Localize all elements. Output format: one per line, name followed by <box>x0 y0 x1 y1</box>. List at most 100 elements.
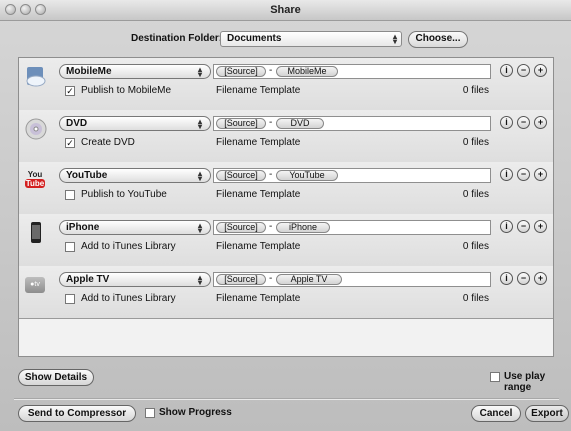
destination-row: Destination Folder: Documents ▴ ▾ Choose.… <box>0 30 571 52</box>
source-token[interactable]: [Source] <box>216 274 266 285</box>
show-progress-label: Show Progress <box>159 407 232 418</box>
file-count: 0 files <box>462 85 489 96</box>
popup-arrows-icon: ▴ ▾ <box>392 32 397 46</box>
destination-folder-label: Destination Folder: <box>131 33 223 44</box>
remove-button[interactable]: − <box>517 116 530 129</box>
info-button[interactable]: i <box>500 272 513 285</box>
source-token[interactable]: [Source] <box>216 222 266 233</box>
source-token[interactable]: [Source] <box>216 66 266 77</box>
show-details-button[interactable]: Show Details <box>18 369 94 386</box>
footer-separator <box>14 398 559 400</box>
file-count: 0 files <box>462 293 489 304</box>
source-token[interactable]: [Source] <box>216 170 266 181</box>
mobileme-icon <box>25 66 47 88</box>
preset-token[interactable]: YouTube <box>276 170 338 181</box>
publish-checkbox[interactable]: ✓ <box>65 86 75 96</box>
popup-arrows-icon: ▴ ▾ <box>197 65 202 79</box>
output-row-mobileme: MobileMe ▴ ▾ ✓ Publish to MobileMe [Sourc… <box>19 58 553 111</box>
youtube-logo-tube: Tube <box>25 179 45 188</box>
use-play-range-label: Use play range <box>504 371 546 393</box>
add-button[interactable]: + <box>534 272 547 285</box>
preset-popup-dvd[interactable]: DVD ▴ ▾ <box>59 116 211 131</box>
add-button[interactable]: + <box>534 64 547 77</box>
filename-template-field[interactable]: [Source] - DVD <box>213 116 491 131</box>
preset-popup-mobileme[interactable]: MobileMe ▴ ▾ <box>59 64 211 79</box>
destination-folder-value: Documents <box>227 33 282 44</box>
preset-token[interactable]: DVD <box>276 118 324 129</box>
popup-arrows-icon: ▴ ▾ <box>197 221 202 235</box>
output-row-appletv: ●tv Apple TV ▴ ▾ Add to iTunes Library [S… <box>19 266 553 319</box>
add-itunes-checkbox[interactable] <box>65 294 75 304</box>
file-count: 0 files <box>462 189 489 200</box>
output-list: MobileMe ▴ ▾ ✓ Publish to MobileMe [Sourc… <box>18 57 554 357</box>
filename-template-field[interactable]: [Source] - YouTube <box>213 168 491 183</box>
popup-arrows-icon: ▴ ▾ <box>197 169 202 183</box>
output-row-youtube: You Tube YouTube ▴ ▾ Publish to YouTube [… <box>19 162 553 215</box>
token-separator: - <box>269 169 273 180</box>
checkbox-label: Create DVD <box>81 137 135 148</box>
filename-template-field[interactable]: [Source] - iPhone <box>213 220 491 235</box>
filename-template-label: Filename Template <box>216 241 301 252</box>
window-title: Share <box>270 4 301 16</box>
preset-name: YouTube <box>66 170 108 181</box>
filename-template-label: Filename Template <box>216 137 301 148</box>
youtube-icon: You Tube <box>25 170 47 192</box>
share-window: Share Destination Folder: Documents ▴ ▾ C… <box>0 0 571 431</box>
checkbox-label: Publish to YouTube <box>81 189 167 200</box>
token-separator: - <box>269 221 273 232</box>
preset-token[interactable]: iPhone <box>276 222 330 233</box>
preset-token[interactable]: MobileMe <box>276 66 338 77</box>
popup-arrows-icon: ▴ ▾ <box>197 117 202 131</box>
add-button[interactable]: + <box>534 220 547 233</box>
filename-template-field[interactable]: [Source] - MobileMe <box>213 64 491 79</box>
dvd-icon <box>25 118 47 140</box>
checkbox-label: Add to iTunes Library <box>81 293 176 304</box>
source-token[interactable]: [Source] <box>216 118 266 129</box>
appletv-icon: ●tv <box>25 274 47 296</box>
output-row-dvd: DVD ▴ ▾ ✓ Create DVD [Source] - DVD Filen… <box>19 110 553 163</box>
cancel-button[interactable]: Cancel <box>471 405 521 422</box>
preset-name: MobileMe <box>66 66 112 77</box>
youtube-logo-you: You <box>27 170 43 179</box>
filename-template-label: Filename Template <box>216 293 301 304</box>
use-play-range-checkbox[interactable] <box>490 372 500 382</box>
remove-button[interactable]: − <box>517 64 530 77</box>
iphone-icon <box>25 222 47 244</box>
filename-template-field[interactable]: [Source] - Apple TV <box>213 272 491 287</box>
preset-name: DVD <box>66 118 88 129</box>
publish-youtube-checkbox[interactable] <box>65 190 75 200</box>
checkbox-label: Add to iTunes Library <box>81 241 176 252</box>
remove-button[interactable]: − <box>517 220 530 233</box>
preset-name: Apple TV <box>66 274 110 285</box>
preset-popup-appletv[interactable]: Apple TV ▴ ▾ <box>59 272 211 287</box>
preset-popup-iphone[interactable]: iPhone ▴ ▾ <box>59 220 211 235</box>
destination-folder-popup[interactable]: Documents ▴ ▾ <box>220 31 402 47</box>
info-button[interactable]: i <box>500 116 513 129</box>
appletv-logo: ●tv <box>25 277 45 293</box>
info-button[interactable]: i <box>500 220 513 233</box>
preset-popup-youtube[interactable]: YouTube ▴ ▾ <box>59 168 211 183</box>
remove-button[interactable]: − <box>517 168 530 181</box>
popup-arrows-icon: ▴ ▾ <box>197 273 202 287</box>
token-separator: - <box>269 273 273 284</box>
file-count: 0 files <box>462 241 489 252</box>
send-to-compressor-button[interactable]: Send to Compressor <box>18 405 136 422</box>
info-button[interactable]: i <box>500 64 513 77</box>
choose-button[interactable]: Choose... <box>408 31 468 48</box>
add-itunes-checkbox[interactable] <box>65 242 75 252</box>
filename-template-label: Filename Template <box>216 85 301 96</box>
add-button[interactable]: + <box>534 168 547 181</box>
remove-button[interactable]: − <box>517 272 530 285</box>
show-progress-checkbox[interactable] <box>145 408 155 418</box>
title-bar: Share <box>0 0 571 21</box>
export-button[interactable]: Export <box>525 405 569 422</box>
filename-template-label: Filename Template <box>216 189 301 200</box>
preset-token[interactable]: Apple TV <box>276 274 342 285</box>
checkbox-label: Publish to MobileMe <box>81 85 172 96</box>
add-button[interactable]: + <box>534 116 547 129</box>
create-dvd-checkbox[interactable]: ✓ <box>65 138 75 148</box>
token-separator: - <box>269 65 273 76</box>
preset-name: iPhone <box>66 222 100 233</box>
info-button[interactable]: i <box>500 168 513 181</box>
output-row-iphone: iPhone ▴ ▾ Add to iTunes Library [Source]… <box>19 214 553 267</box>
